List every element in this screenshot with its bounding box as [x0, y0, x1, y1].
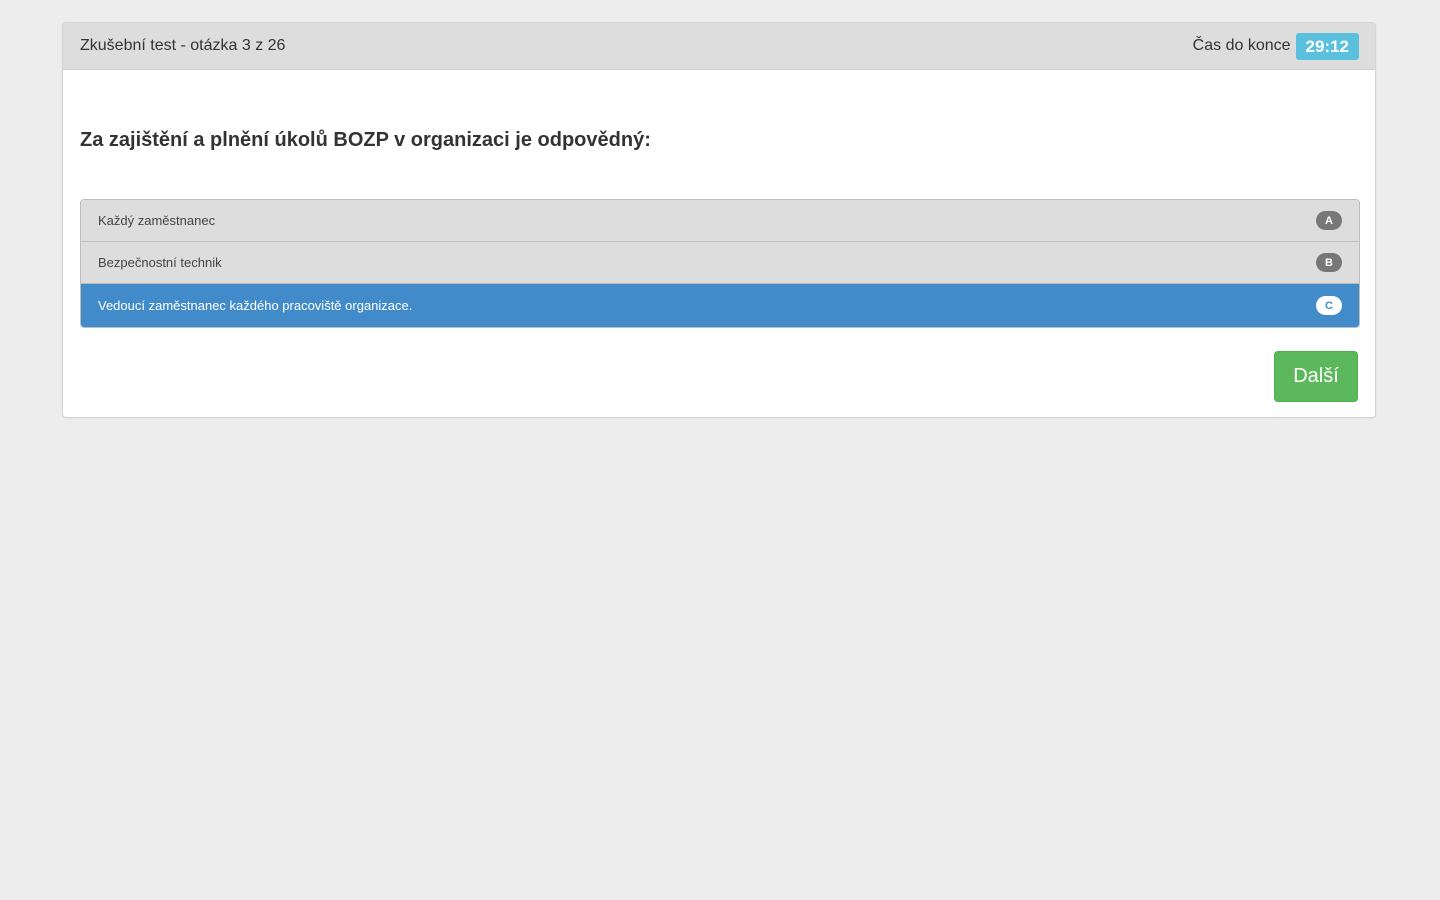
answer-letter-badge: B — [1316, 253, 1342, 272]
question-text: Za zajištění a plnění úkolů BOZP v organ… — [80, 129, 651, 151]
test-title: Zkušební test - otázka 3 z 26 — [80, 37, 286, 54]
answer-letter-badge: C — [1316, 296, 1342, 315]
answer-list: Každý zaměstnanec A Bezpečnostní technik… — [80, 199, 1360, 328]
timer-label: Čas do konce — [1192, 37, 1291, 54]
answer-text: Bezpečnostní technik — [98, 255, 222, 270]
test-panel: Zkušební test - otázka 3 z 26 Čas do kon… — [62, 22, 1376, 418]
answer-text: Každý zaměstnanec — [98, 213, 216, 228]
next-button[interactable]: Další — [1274, 351, 1358, 402]
answer-option-b[interactable]: Bezpečnostní technik B — [81, 242, 1359, 284]
answer-option-c[interactable]: Vedoucí zaměstnanec každého pracoviště o… — [81, 284, 1359, 327]
timer: Čas do konce 29:12 — [1192, 32, 1359, 60]
answer-text: Vedoucí zaměstnanec každého pracoviště o… — [98, 298, 413, 313]
panel-header: Zkušební test - otázka 3 z 26 Čas do kon… — [63, 23, 1375, 70]
answer-letter-badge: A — [1316, 211, 1342, 230]
timer-badge: 29:12 — [1295, 32, 1359, 60]
answer-option-a[interactable]: Každý zaměstnanec A — [81, 200, 1359, 242]
